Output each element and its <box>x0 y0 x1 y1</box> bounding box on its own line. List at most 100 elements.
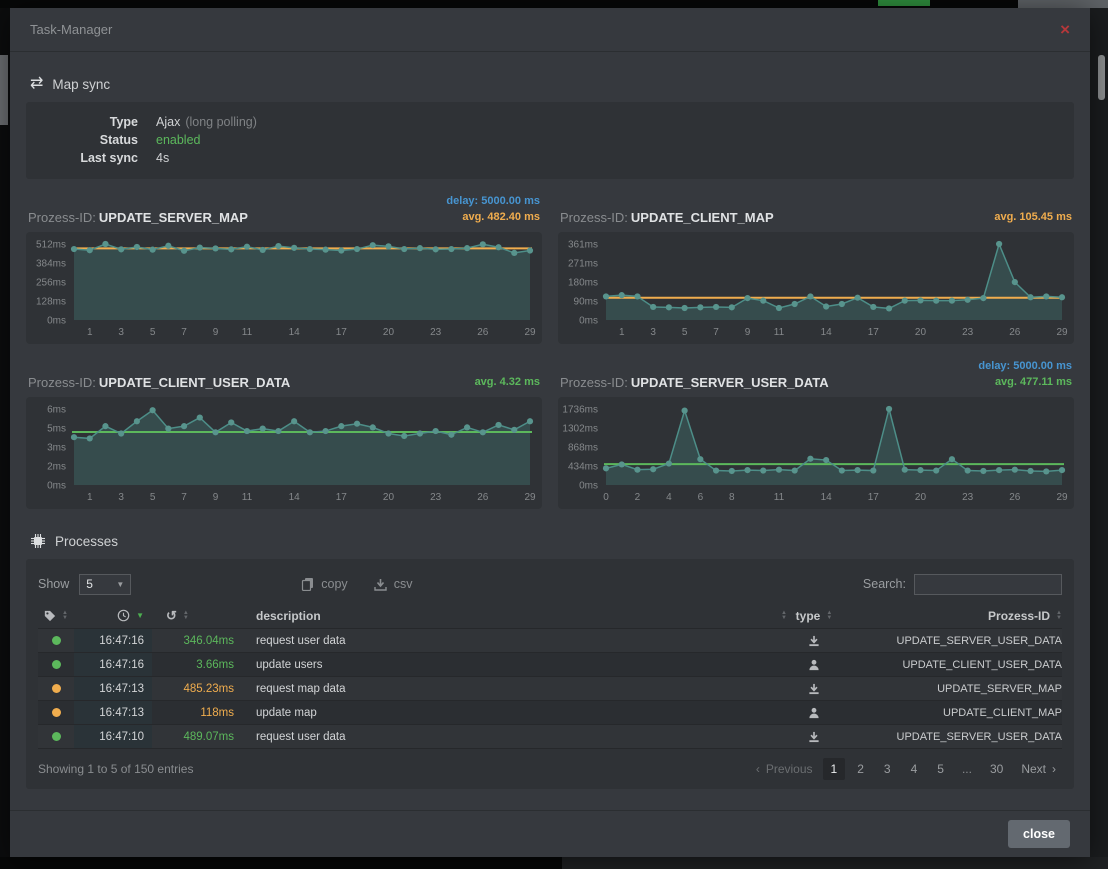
column-type[interactable]: type ▲▼ <box>791 609 837 623</box>
download-icon <box>374 578 387 591</box>
column-prozess-id[interactable]: Prozess-ID ▲▼ <box>837 609 1062 623</box>
server-download-icon <box>808 635 820 647</box>
background-green-bar <box>878 0 930 6</box>
entries-summary: Showing 1 to 5 of 150 entries <box>38 762 193 776</box>
lastsync-value: 4s <box>156 149 169 167</box>
svg-text:2: 2 <box>635 492 641 503</box>
svg-text:0ms: 0ms <box>47 316 66 327</box>
chip-icon <box>30 533 46 549</box>
svg-text:1: 1 <box>87 327 93 338</box>
csv-button[interactable]: csv <box>374 577 413 591</box>
svg-text:29: 29 <box>1056 492 1068 503</box>
svg-text:29: 29 <box>524 327 536 338</box>
svg-text:5: 5 <box>150 327 156 338</box>
processes-title: Processes <box>55 534 118 549</box>
svg-text:384ms: 384ms <box>36 259 66 270</box>
svg-text:1302ms: 1302ms <box>562 424 598 435</box>
svg-text:17: 17 <box>336 492 348 503</box>
chart-svg: 0ms90ms180ms271ms361ms135791114172023262… <box>558 232 1074 344</box>
search-input[interactable] <box>914 574 1062 595</box>
modal-header: Task-Manager × <box>10 8 1090 52</box>
svg-text:29: 29 <box>524 492 536 503</box>
status-cell <box>38 701 74 724</box>
map-sync-row-type: Type Ajax(long polling) <box>26 113 1074 131</box>
modal-title: Task-Manager <box>30 22 112 37</box>
close-button[interactable]: close <box>1008 820 1070 848</box>
chart-avg-label: avg. 477.11 ms <box>978 374 1072 390</box>
svg-text:271ms: 271ms <box>568 259 598 270</box>
table-header-row: ▲▼ ▼ ↺ ▲▼ description ▲▼ <box>38 603 1062 628</box>
next-page-button[interactable]: Next › <box>1015 758 1062 780</box>
background-right-strip <box>1090 8 1108 869</box>
prozess-id-cell: UPDATE_CLIENT_MAP <box>837 701 1062 724</box>
svg-text:4: 4 <box>666 492 672 503</box>
sort-icon: ▲▼ <box>826 611 832 620</box>
chart-title: Prozess-ID:UPDATE_CLIENT_USER_DATA <box>28 375 290 390</box>
page-button-5[interactable]: 5 <box>929 758 952 780</box>
svg-text:512ms: 512ms <box>36 240 66 251</box>
svg-text:9: 9 <box>745 327 751 338</box>
map-sync-panel: Type Ajax(long polling) Status enabled L… <box>26 102 1074 179</box>
task-manager-modal: Task-Manager × ⇄ Map sync Type Ajax(long… <box>10 8 1090 857</box>
history-icon: ↺ <box>166 609 177 622</box>
svg-text:26: 26 <box>1009 492 1021 503</box>
processes-heading: Processes <box>30 533 1070 549</box>
svg-text:20: 20 <box>383 492 395 503</box>
table-row[interactable]: 16:47:13118msupdate mapUPDATE_CLIENT_MAP <box>38 701 1062 725</box>
svg-text:7: 7 <box>181 327 187 338</box>
scrollbar-thumb[interactable] <box>1098 55 1105 100</box>
svg-text:26: 26 <box>1009 327 1021 338</box>
page-button-1[interactable]: 1 <box>823 758 846 780</box>
table-row[interactable]: 16:47:10489.07msrequest user dataUPDATE_… <box>38 725 1062 749</box>
svg-text:8: 8 <box>729 492 735 503</box>
background-top-bar <box>0 0 1108 8</box>
duration-cell: 3.66ms <box>152 653 244 676</box>
description-cell: update map <box>244 701 791 724</box>
svg-text:14: 14 <box>289 327 301 338</box>
chart-stats: avg. 105.45 ms <box>994 209 1072 225</box>
status-label: Status <box>26 131 138 149</box>
clock-icon <box>117 609 130 622</box>
time-cell: 16:47:10 <box>74 725 152 748</box>
svg-text:11: 11 <box>242 327 253 338</box>
swap-arrows-icon: ⇄ <box>30 76 43 92</box>
server-download-icon <box>808 683 820 695</box>
modal-body: ⇄ Map sync Type Ajax(long polling) Statu… <box>10 52 1090 810</box>
chart-delay-label: delay: 5000.00 ms <box>978 358 1072 374</box>
table-row[interactable]: 16:47:163.66msupdate usersUPDATE_CLIENT_… <box>38 653 1062 677</box>
svg-text:3: 3 <box>118 327 124 338</box>
svg-text:11: 11 <box>242 492 253 503</box>
svg-text:5: 5 <box>682 327 688 338</box>
svg-text:868ms: 868ms <box>568 443 598 454</box>
page-button-30[interactable]: 30 <box>982 758 1011 780</box>
chart-svg: 0ms2ms3ms5ms6ms1357911141720232629 <box>26 397 542 509</box>
time-cell: 16:47:16 <box>74 653 152 676</box>
column-description[interactable]: description ▲▼ <box>244 609 791 623</box>
column-duration[interactable]: ↺ ▲▼ <box>152 609 244 622</box>
table-row[interactable]: 16:47:16346.04msrequest user dataUPDATE_… <box>38 629 1062 653</box>
page-button-3[interactable]: 3 <box>876 758 899 780</box>
page-size-select[interactable]: 5 ▼ <box>79 574 131 595</box>
column-status[interactable]: ▲▼ <box>38 610 74 622</box>
previous-page-button[interactable]: ‹ Previous <box>750 758 819 780</box>
svg-text:128ms: 128ms <box>36 297 66 308</box>
chart-title-prefix: Prozess-ID: <box>28 210 96 225</box>
svg-text:0ms: 0ms <box>579 481 598 492</box>
table-row[interactable]: 16:47:13485.23msrequest map dataUPDATE_S… <box>38 677 1062 701</box>
svg-text:5ms: 5ms <box>47 424 66 435</box>
svg-text:23: 23 <box>430 492 442 503</box>
page-button-4[interactable]: 4 <box>903 758 926 780</box>
copy-button[interactable]: copy <box>301 577 347 591</box>
svg-text:26: 26 <box>477 327 489 338</box>
duration-cell: 346.04ms <box>152 629 244 652</box>
column-time[interactable]: ▼ <box>74 609 152 622</box>
svg-text:11: 11 <box>774 492 785 503</box>
chart-title-prefix: Prozess-ID: <box>560 375 628 390</box>
page-button-2[interactable]: 2 <box>849 758 872 780</box>
description-cell: request user data <box>244 725 791 748</box>
server-download-icon <box>808 731 820 743</box>
status-dot <box>52 732 61 741</box>
next-label: Next <box>1021 762 1046 776</box>
status-dot <box>52 708 61 717</box>
close-icon[interactable]: × <box>1060 21 1070 38</box>
